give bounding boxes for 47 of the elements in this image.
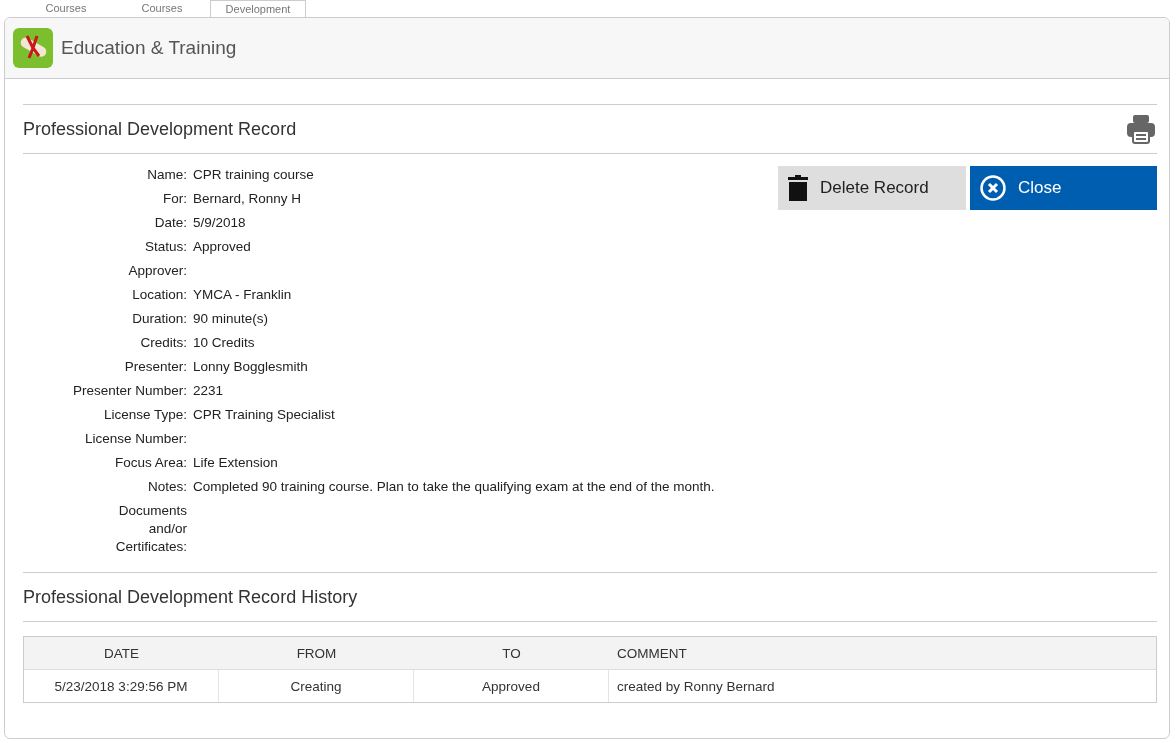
app-title: Education & Training — [61, 37, 237, 59]
delete-button[interactable]: Delete Record — [778, 166, 966, 210]
field-value: Lonny Bogglesmith — [193, 358, 309, 376]
field-label: For: — [163, 190, 187, 208]
column-header: DATE — [103, 644, 140, 663]
field-label: Approver: — [128, 262, 187, 280]
field-label: Presenter Number: — [72, 382, 187, 400]
section-title: Professional Development Record History — [23, 586, 358, 608]
tab[interactable]: Development — [210, 0, 306, 17]
table-cell: 5/23/2018 3:29:56 PM — [24, 670, 219, 702]
close-icon — [980, 175, 1006, 201]
field-value: Life Extension — [193, 454, 279, 472]
print-icon[interactable] — [1125, 113, 1157, 145]
section-title: Professional Development Record — [23, 118, 297, 140]
column-header: COMMENT — [616, 644, 688, 663]
field-label: Notes: — [147, 478, 187, 496]
field-value: Completed 90 training course. Plan to take the qualifying exam at the end of the month. — [193, 478, 715, 496]
table-cell-text: created by Ronny Bernard — [616, 677, 776, 696]
field-label: Name: — [147, 166, 187, 184]
field-label: Date: — [154, 214, 187, 232]
field-value: CPR Training Specialist — [193, 406, 336, 424]
field-label: Credits: — [140, 334, 187, 352]
trash-icon — [788, 175, 808, 201]
field-label: License Number: — [84, 430, 187, 448]
field-label: License Type: — [103, 406, 187, 424]
field-value: 90 minute(s) — [193, 310, 270, 328]
field-label: Documents and/or Certificates: — [114, 502, 187, 556]
field-label: Presenter: — [124, 358, 187, 376]
field-value: 10 Credits — [193, 334, 256, 352]
field-value: YMCA - Franklin — [193, 286, 293, 304]
table-cell: Approved — [414, 670, 609, 702]
tab[interactable]: Courses — [18, 0, 114, 17]
field-label: Status: — [144, 238, 187, 256]
field-value: 2231 — [193, 382, 225, 400]
table-cell: Creating — [219, 670, 414, 702]
close-button[interactable]: Close — [970, 166, 1157, 210]
field-value: Approved — [193, 238, 252, 256]
tab[interactable]: Courses — [114, 0, 210, 17]
field-label: Duration: — [132, 310, 187, 328]
column-header: FROM — [295, 644, 338, 663]
field-value: Bernard, Ronny H — [193, 190, 303, 208]
field-value: CPR training course — [193, 166, 315, 184]
column-header: TO — [501, 644, 522, 663]
diploma-icon — [13, 28, 53, 68]
field-label: Focus Area: — [114, 454, 187, 472]
field-label: Location: — [132, 286, 187, 304]
field-value: 5/9/2018 — [193, 214, 247, 232]
